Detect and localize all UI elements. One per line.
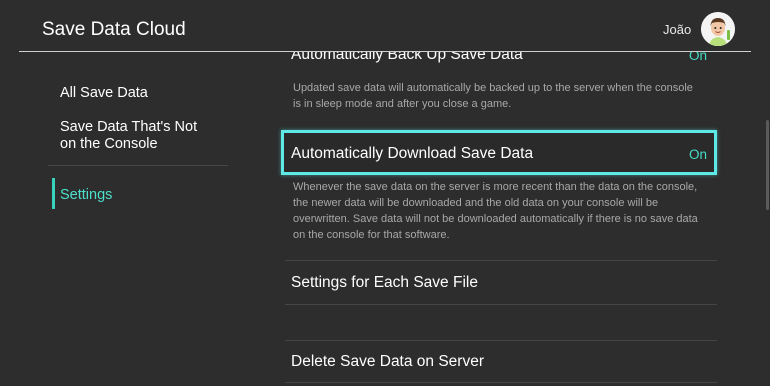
auto-download-value: On bbox=[688, 147, 707, 162]
sidebar-item-settings[interactable]: Settings bbox=[60, 187, 112, 204]
auto-backup-description: Updated save data will automatically be … bbox=[293, 82, 693, 110]
active-indicator bbox=[52, 178, 55, 209]
auto-backup-title[interactable]: Automatically Back Up Save Data bbox=[291, 52, 523, 64]
sidebar-item-save-data-not-on-console[interactable]: Save Data That's Not on the Console bbox=[60, 119, 197, 153]
auto-download-title[interactable]: Automatically Download Save Data bbox=[291, 145, 533, 163]
sidebar-divider bbox=[48, 165, 228, 166]
auto-backup-value: On bbox=[688, 52, 707, 63]
settings-each-save-file[interactable]: Settings for Each Save File bbox=[291, 274, 478, 292]
scroll-thumb[interactable] bbox=[766, 120, 769, 210]
user-name: João bbox=[663, 22, 692, 37]
settings-list: Automatically Back Up Save Data On Updat… bbox=[240, 52, 770, 386]
row-divider bbox=[285, 340, 717, 341]
delete-save-data-on-server[interactable]: Delete Save Data on Server bbox=[291, 353, 484, 371]
sidebar: All Save Data Save Data That's Not on th… bbox=[0, 52, 240, 386]
row-divider bbox=[285, 304, 717, 305]
header: Save Data Cloud João bbox=[0, 0, 770, 52]
auto-download-description: Whenever the save data on the server is … bbox=[293, 181, 698, 241]
page-title: Save Data Cloud bbox=[42, 19, 186, 40]
scrollbar[interactable] bbox=[766, 52, 770, 386]
row-divider bbox=[285, 260, 717, 261]
sidebar-item-all-save-data[interactable]: All Save Data bbox=[60, 85, 148, 102]
user-avatar-icon[interactable] bbox=[701, 12, 735, 46]
row-divider bbox=[285, 382, 717, 383]
